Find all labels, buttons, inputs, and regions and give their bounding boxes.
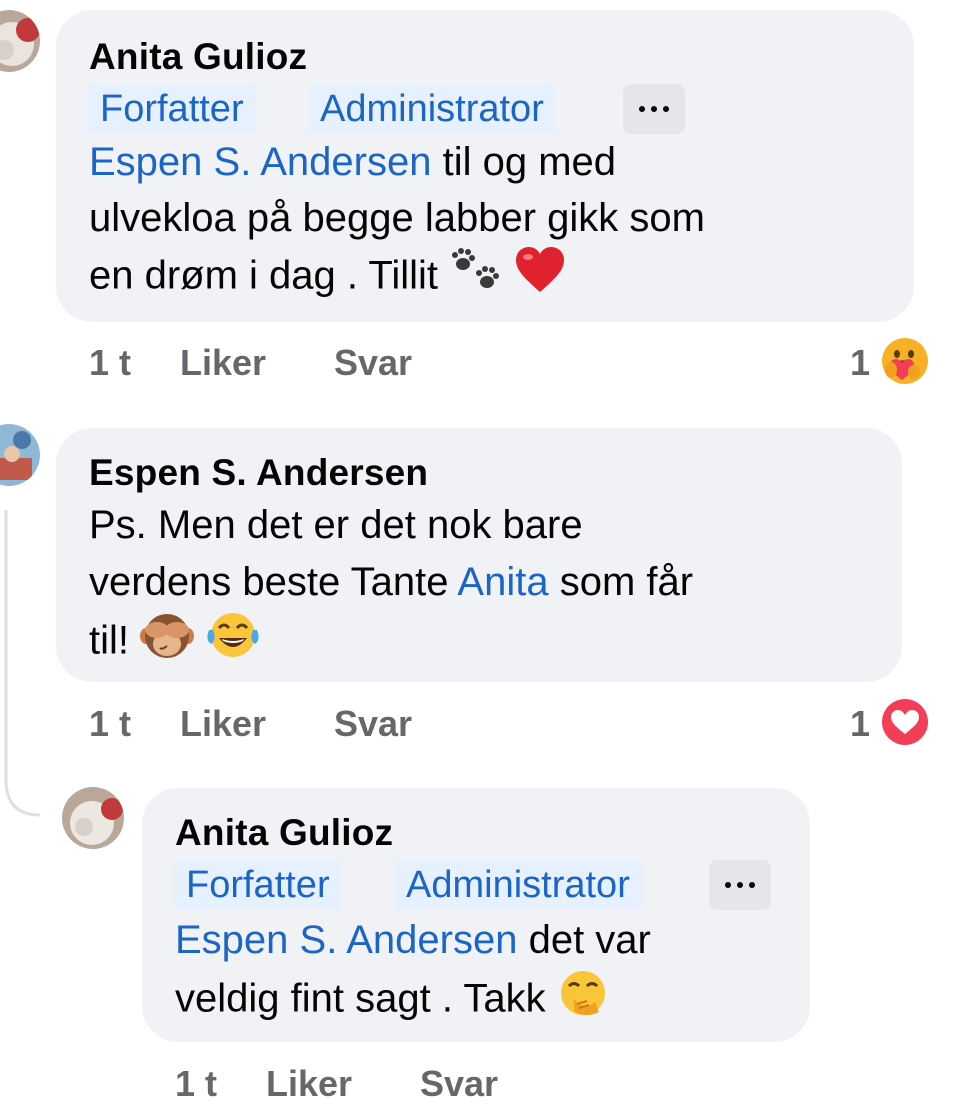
avatar[interactable] <box>0 424 40 486</box>
see-no-evil-monkey-icon <box>140 610 195 676</box>
more-options-button[interactable] <box>623 84 685 134</box>
comment-text-line: Ps. Men det er det nok bare <box>89 503 583 547</box>
reply-button[interactable]: Svar <box>334 342 412 384</box>
comment-text-line: til! <box>89 610 261 676</box>
dot <box>639 106 645 112</box>
dot <box>749 882 755 888</box>
care-reaction-icon[interactable] <box>880 336 930 391</box>
comment-text-line: veldig fint sagt . Takk <box>175 968 609 1034</box>
reply-button[interactable]: Svar <box>420 1063 498 1105</box>
avatar[interactable] <box>0 10 40 72</box>
comment-time[interactable]: 1 t <box>89 342 131 384</box>
hand-over-mouth-icon <box>557 968 609 1034</box>
mention-link[interactable]: Espen S. Andersen <box>89 140 431 184</box>
like-button[interactable]: Liker <box>180 342 266 384</box>
reaction-count[interactable]: 1 <box>850 703 870 745</box>
dot <box>663 106 669 112</box>
author-badge: Forfatter <box>174 860 342 910</box>
comment-text: Espen S. Andersen det var <box>175 918 651 962</box>
comment-author[interactable]: Anita Gulioz <box>89 36 307 78</box>
love-reaction-icon[interactable] <box>880 697 930 752</box>
reply-button[interactable]: Svar <box>334 703 412 745</box>
comment-text-line: en drøm i dag . Tillit <box>89 246 566 310</box>
comment-author[interactable]: Anita Gulioz <box>175 812 393 854</box>
admin-badge: Administrator <box>394 860 642 910</box>
reaction-count[interactable]: 1 <box>850 342 870 384</box>
comment-text: Espen S. Andersen til og med <box>89 140 616 184</box>
mention-link[interactable]: Espen S. Andersen <box>175 918 517 962</box>
avatar[interactable] <box>62 787 124 849</box>
like-button[interactable]: Liker <box>266 1063 352 1105</box>
comment-time[interactable]: 1 t <box>175 1063 217 1105</box>
like-button[interactable]: Liker <box>180 703 266 745</box>
dot <box>737 882 743 888</box>
author-badge: Forfatter <box>88 84 256 134</box>
more-options-button[interactable] <box>709 860 771 910</box>
comment-author[interactable]: Espen S. Andersen <box>89 452 428 494</box>
tears-of-joy-icon <box>205 610 261 676</box>
dot <box>725 882 731 888</box>
admin-badge: Administrator <box>308 84 556 134</box>
comment-text-line: verdens beste Tante Anita som får <box>89 560 694 604</box>
comment-text-line: ulvekloa på begge labber gikk som <box>89 196 705 240</box>
comment-time[interactable]: 1 t <box>89 703 131 745</box>
red-heart-icon <box>514 246 566 310</box>
mention-link[interactable]: Anita <box>457 560 548 604</box>
dot <box>651 106 657 112</box>
paw-prints-icon <box>449 246 503 310</box>
